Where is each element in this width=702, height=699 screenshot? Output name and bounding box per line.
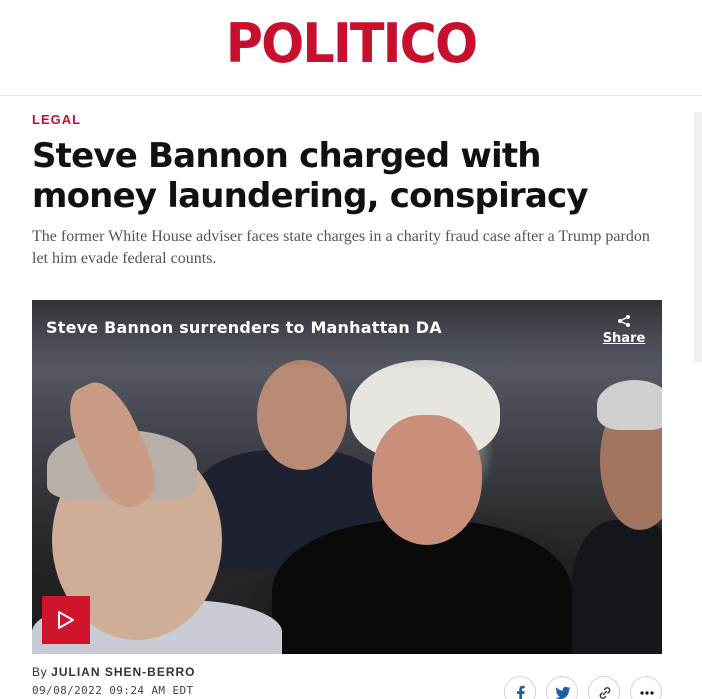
share-button[interactable]: Share <box>602 314 646 346</box>
politico-logo[interactable]: POLITICO <box>21 14 681 74</box>
copy-link-button[interactable] <box>588 676 620 699</box>
link-icon <box>599 687 611 699</box>
headline: Steve Bannon charged with money launderi… <box>32 136 589 216</box>
byline: By JULIAN SHEN-BERRO <box>32 665 196 679</box>
play-button[interactable] <box>42 596 90 644</box>
share-label: Share <box>602 331 646 346</box>
video-title: Steve Bannon surrenders to Manhattan DA <box>46 318 442 337</box>
article-dek: The former White House adviser faces sta… <box>32 228 650 267</box>
facebook-icon <box>517 685 525 699</box>
byline-prefix: By <box>32 665 48 679</box>
thumbnail-figure <box>372 415 482 545</box>
masthead: POLITICO <box>0 0 702 96</box>
scrollbar[interactable] <box>694 112 702 362</box>
facebook-share-button[interactable] <box>504 676 536 699</box>
author-link[interactable]: JULIAN SHEN-BERRO <box>51 665 195 679</box>
thumbnail-figure <box>257 360 347 470</box>
more-share-button[interactable] <box>630 676 662 699</box>
category-label[interactable]: LEGAL <box>32 112 81 127</box>
thumbnail-figure <box>597 380 662 430</box>
video-player[interactable]: Steve Bannon surrenders to Manhattan DA … <box>32 300 662 654</box>
share-icon <box>602 314 646 331</box>
twitter-icon <box>555 686 571 699</box>
more-icon <box>640 691 654 695</box>
play-icon <box>58 611 74 629</box>
twitter-share-button[interactable] <box>546 676 578 699</box>
thumbnail-figure <box>572 520 662 654</box>
publish-timestamp: 09/08/2022 09:24 AM EDT <box>32 684 194 697</box>
